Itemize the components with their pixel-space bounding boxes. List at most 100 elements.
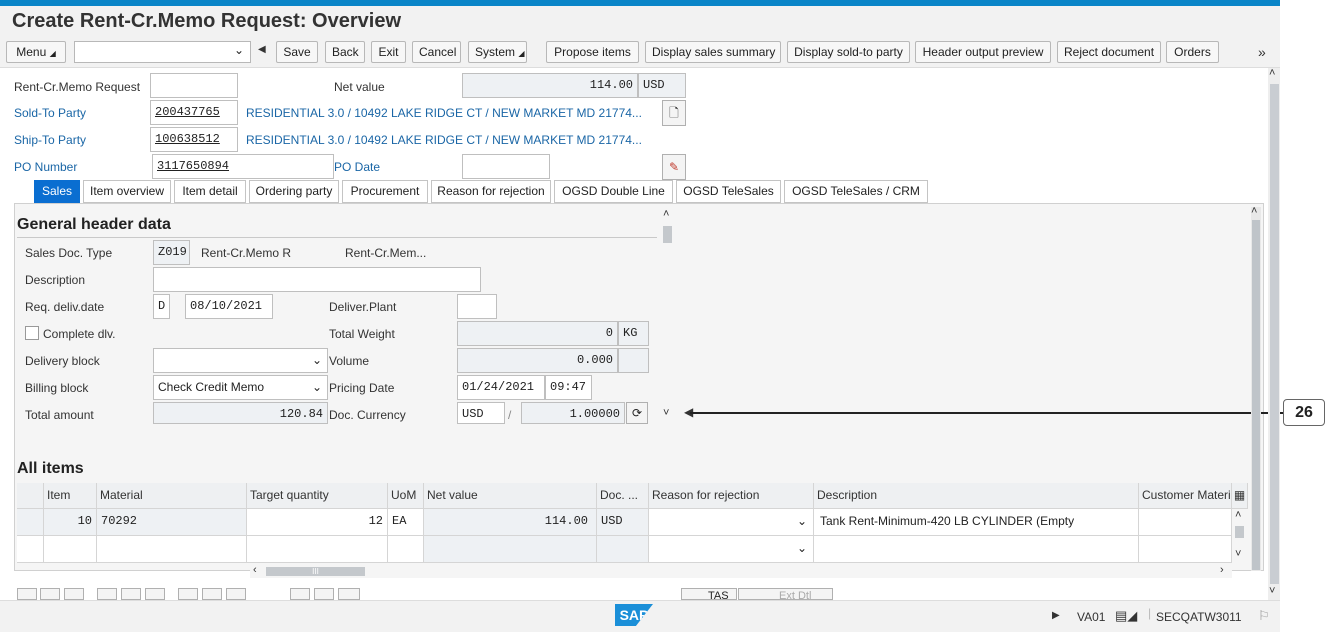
col-doc-currency[interactable]: Doc. ...	[597, 483, 649, 509]
scroll-left-icon[interactable]: ‹	[253, 564, 257, 576]
row-selector[interactable]	[17, 536, 44, 563]
doc-currency-field[interactable]: USD	[457, 402, 505, 424]
insert-row-icon[interactable]	[40, 588, 60, 600]
panel-scroll-thumb[interactable]	[1252, 220, 1260, 570]
table-vscroll-thumb[interactable]	[1235, 526, 1244, 538]
col-reason-for-rejection[interactable]: Reason for rejection	[649, 483, 814, 509]
sold-to-field[interactable]: 200437765	[150, 100, 238, 125]
scroll-up-icon[interactable]: ˄	[663, 208, 669, 220]
save-button[interactable]: Save	[276, 41, 318, 63]
tab-ogsd-telesales-crm[interactable]: OGSD TeleSales / CRM	[784, 180, 928, 203]
po-number-field[interactable]: 3117650894	[152, 154, 334, 179]
tas-button[interactable]: TAS	[681, 588, 737, 600]
scroll-down-icon[interactable]: ˅	[663, 407, 669, 419]
refresh-exchange-icon[interactable]: ⟳	[626, 402, 648, 424]
delivery-block-select[interactable]: ⌄	[153, 348, 328, 373]
expand-status-icon[interactable]: ▶	[1052, 610, 1060, 621]
delete-row-icon[interactable]	[64, 588, 84, 600]
filter-icon[interactable]	[226, 588, 246, 600]
tab-reason-for-rejection[interactable]: Reason for rejection	[431, 180, 551, 203]
tab-procurement[interactable]: Procurement	[342, 180, 428, 203]
ship-to-label[interactable]: Ship-To Party	[14, 133, 86, 147]
reason-for-rejection-select[interactable]: ⌄	[649, 509, 814, 536]
po-attachment-icon[interactable]: ✎	[662, 154, 686, 180]
tab-item-detail[interactable]: Item detail	[174, 180, 246, 203]
edit-icon[interactable]	[338, 588, 360, 600]
scroll-up-icon[interactable]: ˄	[1269, 67, 1275, 79]
scroll-up-icon[interactable]: ˄	[1251, 205, 1257, 217]
deliver-plant-field[interactable]	[457, 294, 497, 319]
display-sales-summary-button[interactable]: Display sales summary	[645, 41, 781, 63]
complete-dlv-checkbox[interactable]	[25, 326, 39, 340]
back-button[interactable]: Back	[325, 41, 365, 63]
po-number-label[interactable]: PO Number	[14, 160, 77, 174]
target-quantity-cell[interactable]	[247, 536, 388, 563]
col-description[interactable]: Description	[814, 483, 1139, 509]
customer-material-cell[interactable]	[1139, 509, 1232, 536]
pricing-icon[interactable]	[290, 588, 310, 600]
col-target-quantity[interactable]: Target quantity	[247, 483, 388, 509]
ship-to-field[interactable]: 100638512	[150, 127, 238, 152]
toolbar-back-arrow-icon[interactable]: ◀	[258, 44, 266, 55]
description-field[interactable]	[153, 267, 481, 292]
tab-item-overview[interactable]: Item overview	[83, 180, 171, 203]
configure-icon[interactable]	[178, 588, 198, 600]
menu-button[interactable]: Menu ◢	[6, 41, 66, 63]
target-quantity-cell[interactable]: 12	[247, 509, 388, 536]
uom-cell[interactable]	[388, 536, 424, 563]
po-date-label[interactable]: PO Date	[334, 160, 380, 174]
billing-block-select[interactable]: Check Credit Memo ⌄	[153, 375, 328, 400]
col-uom[interactable]: UoM	[388, 483, 424, 509]
scroll-down-icon[interactable]: ˅	[1269, 585, 1275, 597]
col-item[interactable]: Item	[44, 483, 97, 509]
tab-ordering-party[interactable]: Ordering party	[249, 180, 339, 203]
row-selector[interactable]	[17, 509, 44, 536]
ext-dtl-button[interactable]: Ext Dtl	[738, 588, 833, 600]
header-output-preview-button[interactable]: Header output preview	[915, 41, 1051, 63]
sold-to-label[interactable]: Sold-To Party	[14, 106, 86, 120]
table-hscroll-thumb[interactable]: III	[266, 567, 365, 576]
col-material[interactable]: Material	[97, 483, 247, 509]
tab-ogsd-telesales[interactable]: OGSD TeleSales	[676, 180, 781, 203]
pricing-time-field[interactable]: 09:47	[545, 375, 592, 400]
select-all-icon[interactable]	[17, 588, 37, 600]
sort-icon[interactable]	[202, 588, 222, 600]
flag-icon[interactable]: ⚐	[1258, 608, 1270, 624]
partner-icon[interactable]	[314, 588, 334, 600]
reject-document-button[interactable]: Reject document	[1057, 41, 1161, 63]
tab-ogsd-double-line[interactable]: OGSD Double Line	[554, 180, 673, 203]
uom-cell[interactable]: EA	[388, 509, 424, 536]
row-selector-header[interactable]	[17, 483, 44, 509]
col-net-value[interactable]: Net value	[424, 483, 597, 509]
material-cell[interactable]	[97, 536, 247, 563]
orders-button[interactable]: Orders	[1166, 41, 1219, 63]
description-cell[interactable]: Tank Rent-Minimum-420 LB CYLINDER (Empty	[814, 509, 1139, 536]
scroll-thumb[interactable]	[663, 226, 672, 243]
table-hscrollbar[interactable]	[250, 565, 1232, 578]
window-scroll-thumb[interactable]	[1270, 84, 1279, 584]
po-date-field[interactable]	[462, 154, 550, 179]
material-cell[interactable]: 70292	[97, 509, 247, 536]
col-customer-material[interactable]: Customer Materi	[1139, 483, 1232, 509]
table-settings-icon[interactable]: ▦	[1232, 483, 1248, 509]
scroll-right-icon[interactable]: ›	[1220, 564, 1224, 576]
scroll-down-icon[interactable]: ˅	[1235, 548, 1241, 560]
print-icon[interactable]	[145, 588, 165, 600]
session-info-icon[interactable]: ▤◢	[1115, 608, 1137, 624]
req-deliv-date-field[interactable]: 08/10/2021	[185, 294, 273, 319]
system-button[interactable]: System ◢	[468, 41, 527, 63]
req-deliv-period-field[interactable]: D	[153, 294, 170, 319]
document-icon[interactable]: 🗋	[662, 100, 686, 126]
scroll-up-icon[interactable]: ˄	[1235, 509, 1241, 521]
paste-row-icon[interactable]	[121, 588, 141, 600]
display-sold-to-party-button[interactable]: Display sold-to party	[787, 41, 910, 63]
exit-button[interactable]: Exit	[371, 41, 406, 63]
propose-items-button[interactable]: Propose items	[546, 41, 639, 63]
item-cell[interactable]	[44, 536, 97, 563]
pricing-date-field[interactable]: 01/24/2021	[457, 375, 545, 400]
tab-sales[interactable]: Sales	[34, 180, 80, 203]
rent-cr-memo-field[interactable]	[150, 73, 238, 98]
copy-row-icon[interactable]	[97, 588, 117, 600]
cancel-button[interactable]: Cancel	[412, 41, 461, 63]
description-cell[interactable]	[814, 536, 1139, 563]
